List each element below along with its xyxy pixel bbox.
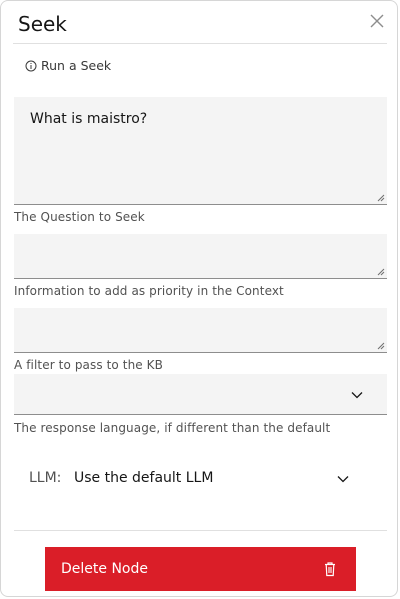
chevron-down-icon	[337, 476, 349, 483]
context-helper: Information to add as priority in the Co…	[14, 284, 284, 298]
seek-node-panel: Seek Run a Seek What is maistro? The Que…	[0, 0, 398, 597]
panel-header: Seek	[13, 1, 387, 44]
language-select[interactable]	[14, 374, 387, 415]
resize-grip-icon[interactable]	[377, 194, 385, 202]
subtitle-text: Run a Seek	[41, 58, 112, 73]
context-textarea[interactable]	[14, 234, 387, 279]
panel-title: Seek	[18, 12, 67, 36]
question-helper: The Question to Seek	[14, 210, 145, 224]
info-icon	[25, 60, 37, 71]
delete-node-label: Delete Node	[61, 561, 148, 577]
delete-node-button[interactable]: Delete Node	[45, 547, 356, 591]
filter-textarea[interactable]	[14, 308, 387, 353]
close-button[interactable]	[369, 13, 385, 29]
filter-helper: A filter to pass to the KB	[14, 358, 163, 372]
chevron-down-icon	[351, 392, 363, 399]
close-icon	[370, 14, 384, 28]
panel-subtitle: Run a Seek	[25, 58, 111, 73]
resize-grip-icon[interactable]	[377, 342, 385, 350]
trash-icon	[325, 562, 335, 577]
question-value: What is maistro?	[30, 111, 148, 127]
llm-value: Use the default LLM	[74, 470, 214, 486]
divider	[14, 530, 387, 531]
question-textarea[interactable]: What is maistro?	[14, 97, 387, 205]
llm-select[interactable]: LLM: Use the default LLM	[14, 459, 387, 499]
language-helper: The response language, if different than…	[14, 421, 331, 435]
resize-grip-icon[interactable]	[377, 268, 385, 276]
llm-label: LLM:	[29, 470, 62, 486]
